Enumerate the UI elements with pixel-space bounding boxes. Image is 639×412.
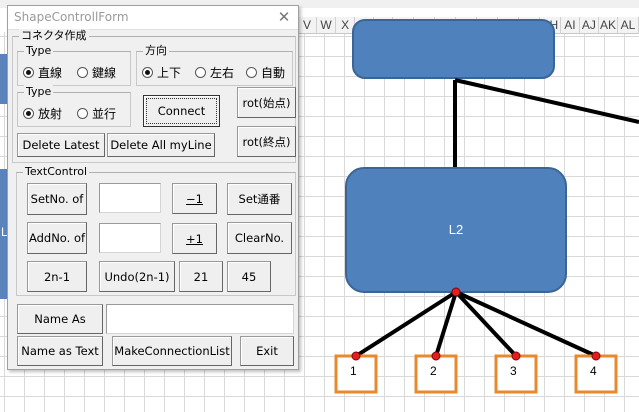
plus1-button[interactable]: +1 (172, 223, 217, 254)
delete-all-label: Delete All myLine (110, 138, 212, 152)
close-button[interactable]: ✕ (274, 8, 294, 28)
radio-straight-dot[interactable] (23, 67, 34, 78)
make-connection-list-button[interactable]: MakeConnectionList (112, 336, 232, 366)
radio-radial-dot[interactable] (23, 108, 34, 119)
setno-button[interactable]: SetNo. of (27, 183, 87, 215)
radio-radial-label: 放射 (38, 107, 63, 121)
type2-label: Type (24, 85, 54, 99)
delete-latest-label: Delete Latest (22, 138, 100, 152)
2n-1-label: 2n-1 (43, 269, 71, 284)
addno-button[interactable]: AddNo. of (27, 222, 87, 254)
setno-label: SetNo. of (30, 192, 84, 206)
child-box-4[interactable] (574, 354, 618, 394)
type1-group: Type 直線 鍵線 (17, 44, 131, 86)
name-as-button[interactable]: Name As (17, 304, 103, 334)
connect-button[interactable]: Connect (143, 95, 220, 127)
connector-frame-label: コネクタ作成 (19, 29, 89, 43)
child-box-3[interactable] (494, 354, 538, 394)
radio-vertical-label: 上下 (157, 66, 182, 80)
rot-start-label: rot(始点) (242, 95, 291, 110)
radio-auto-dot[interactable] (246, 67, 257, 78)
undo-2n-1-button[interactable]: Undo(2n-1) (99, 261, 175, 292)
delete-all-button[interactable]: Delete All myLine (107, 133, 215, 157)
clearno-label: ClearNo. (234, 231, 285, 245)
radio-parallel-dot[interactable] (77, 108, 88, 119)
radio-auto[interactable]: 自動 (246, 64, 285, 81)
connection-point-child-2[interactable] (431, 351, 441, 361)
2n-1-button[interactable]: 2n-1 (27, 261, 87, 292)
rot-start-button[interactable]: rot(始点) (237, 87, 296, 118)
btn-21[interactable]: 21 (179, 261, 223, 292)
column-header-ai[interactable]: AI (561, 17, 580, 34)
exit-label: Exit (256, 344, 278, 358)
btn-45-label: 45 (241, 269, 257, 284)
name-as-label: Name As (34, 312, 86, 326)
connection-point-child-3[interactable] (511, 351, 521, 361)
addno-input[interactable] (99, 223, 161, 253)
child-box-1[interactable] (334, 354, 378, 394)
connection-point-child-1[interactable] (351, 351, 361, 361)
column-header-ak[interactable]: AK (599, 17, 618, 34)
radio-radial[interactable]: 放射 (23, 105, 62, 122)
btn-45[interactable]: 45 (227, 261, 271, 292)
name-as-text-button[interactable]: Name as Text (17, 336, 103, 366)
set-serial-label: Set通番 (238, 192, 281, 206)
radio-horizontal-dot[interactable] (195, 67, 206, 78)
name-as-text-label: Name as Text (21, 344, 99, 358)
make-connection-list-label: MakeConnectionList (114, 344, 230, 358)
connector-frame: コネクタ作成 Type 直線 鍵線 方向 上下 左右 自動 Type 放射 並行… (12, 29, 296, 163)
radio-horizontal[interactable]: 左右 (195, 64, 234, 81)
text-control-frame: TextControl SetNo. of −1 Set通番 AddNo. of… (16, 165, 296, 296)
radio-straight-label: 直線 (38, 66, 63, 80)
setno-input[interactable] (99, 183, 161, 213)
column-header-w[interactable]: W (317, 17, 337, 34)
delete-latest-button[interactable]: Delete Latest (17, 133, 105, 157)
column-header-aj[interactable]: AJ (580, 17, 599, 34)
radio-auto-label: 自動 (261, 66, 286, 80)
exit-button[interactable]: Exit (240, 336, 294, 366)
undo-2n-1-label: Undo(2n-1) (104, 269, 170, 284)
top-node-shape[interactable] (352, 19, 555, 79)
connect-button-label: Connect (157, 104, 206, 118)
column-header-v[interactable]: V (298, 17, 318, 34)
connection-point-child-4[interactable] (591, 351, 601, 361)
rot-end-label: rot(終点) (242, 134, 291, 149)
radio-straight[interactable]: 直線 (23, 64, 62, 81)
radio-parallel-label: 並行 (92, 107, 117, 121)
radio-vertical-dot[interactable] (142, 67, 153, 78)
radio-elbow[interactable]: 鍵線 (77, 64, 116, 81)
minus1-button[interactable]: −1 (172, 183, 217, 214)
connection-point-source[interactable] (451, 287, 461, 297)
name-as-input[interactable] (106, 304, 294, 334)
node-l2[interactable] (345, 167, 567, 293)
rot-end-button[interactable]: rot(終点) (237, 126, 296, 157)
radio-vertical[interactable]: 上下 (142, 64, 181, 81)
type1-label: Type (24, 44, 54, 58)
plus1-label: +1 (186, 231, 203, 246)
column-header-al[interactable]: AL (618, 17, 639, 34)
dialog-titlebar[interactable]: ShapeControllForm ✕ (8, 6, 298, 30)
btn-21-label: 21 (193, 269, 209, 284)
addno-label: AddNo. of (28, 231, 86, 245)
shape-control-dialog: ShapeControllForm ✕ コネクタ作成 Type 直線 鍵線 方向… (7, 5, 299, 370)
clearno-button[interactable]: ClearNo. (227, 222, 292, 254)
type2-group: Type 放射 並行 (17, 85, 131, 127)
radio-elbow-label: 鍵線 (92, 66, 117, 80)
child-box-2[interactable] (414, 354, 458, 394)
direction-group: 方向 上下 左右 自動 (136, 44, 293, 86)
radio-horizontal-label: 左右 (210, 66, 235, 80)
set-serial-button[interactable]: Set通番 (227, 183, 292, 215)
dialog-title: ShapeControllForm (14, 10, 129, 24)
minus1-label: −1 (186, 191, 203, 206)
text-control-label: TextControl (23, 165, 90, 179)
direction-label: 方向 (143, 44, 169, 58)
radio-parallel[interactable]: 並行 (77, 105, 116, 122)
radio-elbow-dot[interactable] (77, 67, 88, 78)
